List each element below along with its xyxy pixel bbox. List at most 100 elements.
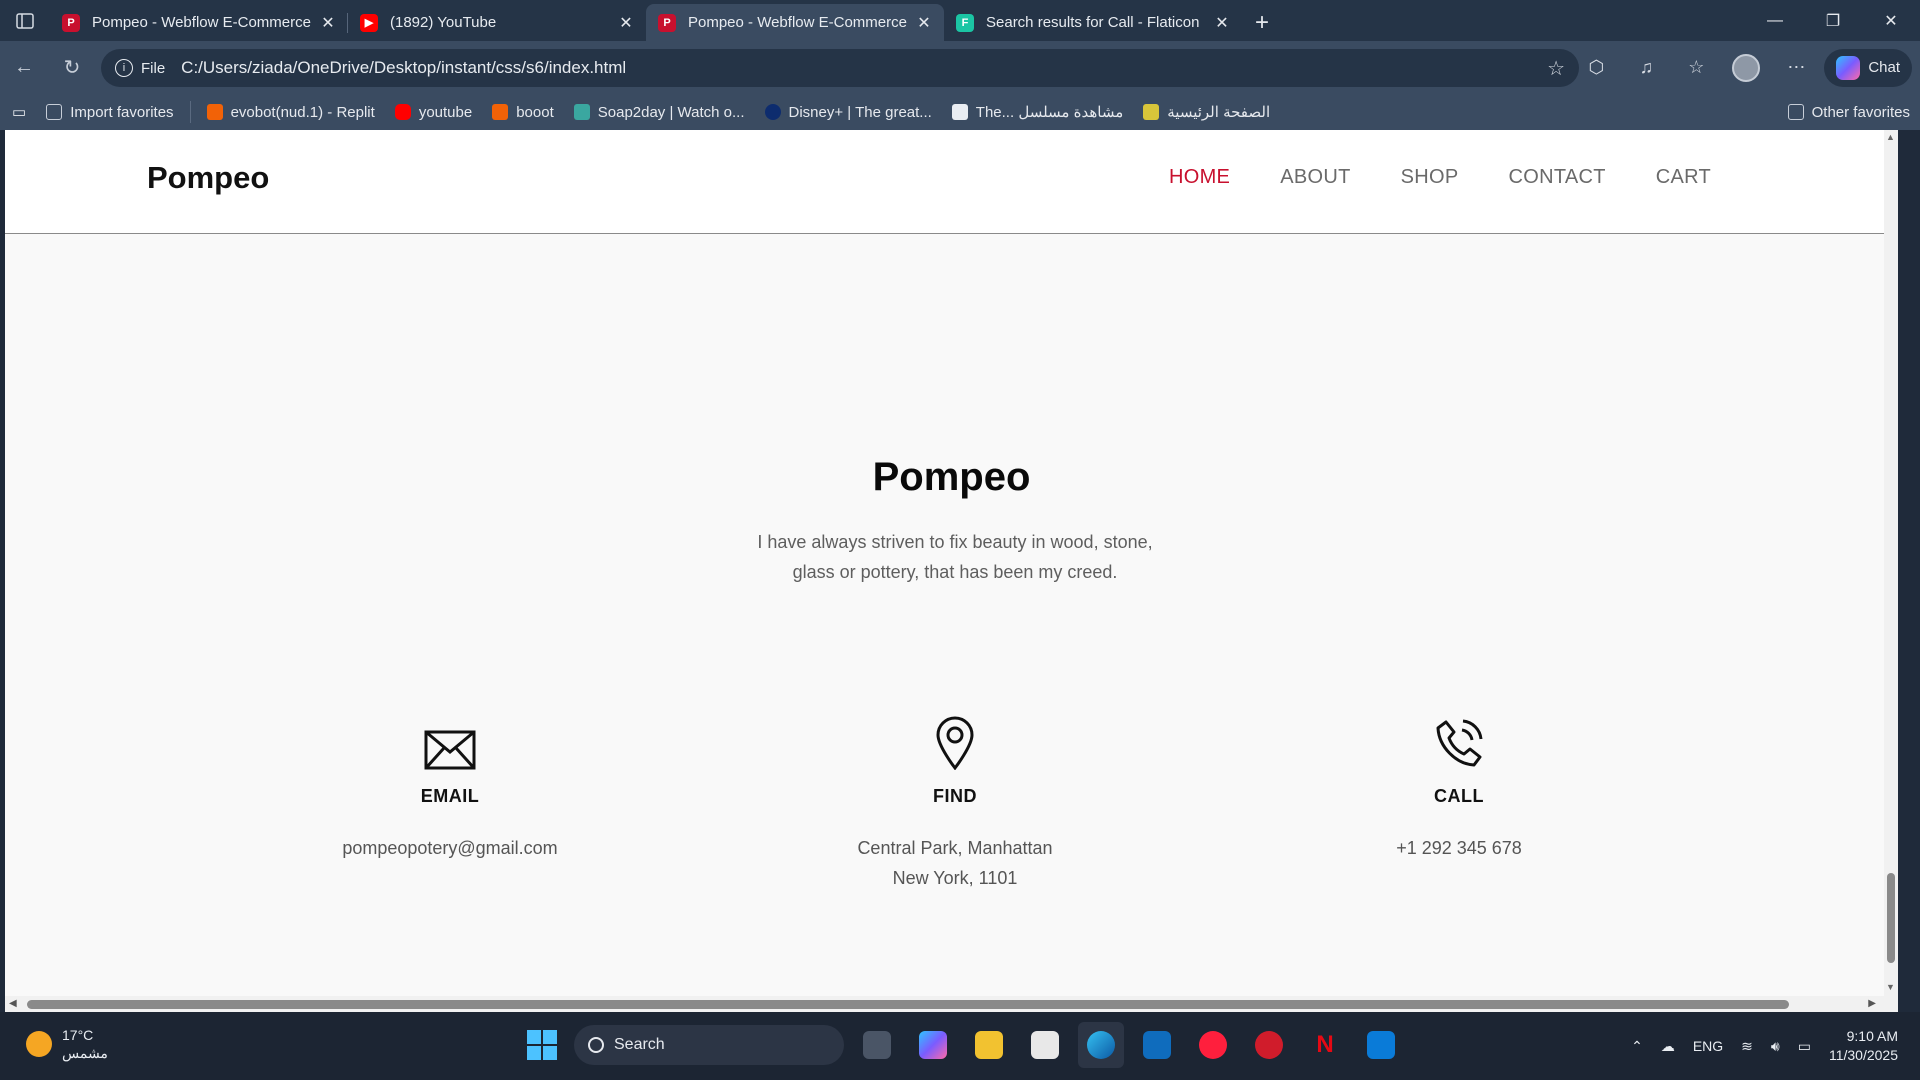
other-favorites-label: Other favorites	[1811, 103, 1910, 121]
clock[interactable]: 9:10 AM 11/30/2025	[1829, 1027, 1898, 1065]
bookmark-label: Soap2day | Watch o...	[597, 103, 745, 121]
settings-app-icon[interactable]	[1246, 1022, 1292, 1068]
tab-title: Search results for Call - Flaticon	[986, 14, 1200, 31]
onedrive-icon[interactable]: ☁	[1661, 1038, 1675, 1055]
nav-contact[interactable]: CONTACT	[1509, 166, 1606, 189]
clock-time: 9:10 AM	[1846, 1028, 1898, 1044]
browser-essentials-icon[interactable]: ♫	[1624, 48, 1668, 88]
phone-call-icon	[1279, 712, 1639, 770]
start-button[interactable]	[520, 1023, 564, 1067]
contact-address-value: Central Park, Manhattan New York, 1101	[775, 833, 1135, 893]
youtube-icon	[394, 104, 411, 120]
pompeo-favicon-icon: P	[658, 13, 676, 32]
folder-icon	[1787, 104, 1804, 120]
contact-email-value[interactable]: pompeopotery@gmail.com	[270, 833, 630, 863]
tab-title: Pompeo - Webflow E-Commerce	[92, 14, 311, 31]
nav-shop[interactable]: SHOP	[1401, 166, 1459, 189]
scrollbar-thumb[interactable]	[1887, 873, 1895, 963]
vertical-scrollbar[interactable]: ▲ ▼	[1884, 130, 1898, 996]
bookmark-divider	[189, 101, 191, 123]
outlook-icon[interactable]	[1134, 1022, 1180, 1068]
volume-icon[interactable]: 🔊︎	[1771, 1038, 1780, 1055]
wifi-icon[interactable]: ≋	[1741, 1038, 1753, 1055]
hero-description: I have always striven to fix beauty in w…	[705, 527, 1205, 587]
close-window-button[interactable]: ✕	[1862, 0, 1920, 41]
vscode-icon[interactable]	[1358, 1022, 1404, 1068]
bookmark-item[interactable]: Disney+ | The great...	[755, 97, 942, 127]
battery-icon[interactable]: ▭	[1798, 1038, 1811, 1055]
new-tab-button[interactable]: +	[1242, 4, 1282, 41]
edge-browser-icon[interactable]	[1078, 1022, 1124, 1068]
favorites-icon[interactable]: ☆	[1674, 48, 1718, 88]
close-tab-icon[interactable]: ✕	[318, 13, 338, 33]
browser-tab[interactable]: F Search results for Call - Flaticon ✕	[944, 4, 1242, 41]
protocol-label: File	[141, 59, 166, 77]
replit-icon	[492, 104, 509, 120]
extensions-icon[interactable]: ⬡	[1574, 48, 1618, 88]
hero-text-line: I have always striven to fix beauty in w…	[757, 532, 1153, 552]
browser-tab[interactable]: P Pompeo - Webflow E-Commerce ✕	[50, 4, 348, 41]
vertical-tabs-icon	[16, 12, 34, 29]
favorites-bar-menu-icon[interactable]: ▭	[0, 97, 36, 127]
close-tab-icon[interactable]: ✕	[914, 13, 934, 33]
flaticon-favicon-icon: F	[956, 13, 974, 32]
back-button[interactable]: ←	[0, 48, 48, 88]
netflix-icon[interactable]: N	[1302, 1022, 1348, 1068]
restore-button[interactable]: ❐	[1804, 0, 1862, 41]
scroll-left-icon[interactable]: ◀	[9, 998, 17, 1009]
site-logo[interactable]: Pompeo	[147, 160, 269, 196]
bookmark-label: The... مشاهدة مسلسل	[975, 104, 1124, 121]
site-header: Pompeo HOME ABOUT SHOP CONTACT CART	[5, 130, 1898, 234]
series-site-icon	[951, 104, 968, 120]
site-info-icon[interactable]: i	[115, 59, 133, 77]
refresh-button[interactable]: ↻	[48, 48, 96, 88]
file-explorer-icon[interactable]	[966, 1022, 1012, 1068]
scroll-down-icon[interactable]: ▼	[1886, 982, 1895, 992]
bookmark-item[interactable]: The... مشاهدة مسلسل	[942, 97, 1133, 127]
other-favorites[interactable]: Other favorites	[1778, 97, 1920, 127]
favorite-star-icon[interactable]: ☆	[1547, 56, 1565, 81]
scroll-up-icon[interactable]: ▲	[1886, 132, 1895, 142]
microsoft-store-icon[interactable]	[1022, 1022, 1068, 1068]
nav-about[interactable]: ABOUT	[1280, 166, 1350, 189]
taskbar-search-label: Search	[614, 1036, 665, 1053]
task-view-icon[interactable]	[854, 1022, 900, 1068]
browser-tab-active[interactable]: P Pompeo - Webflow E-Commerce ✕	[646, 4, 944, 41]
more-menu-icon[interactable]: ⋯	[1774, 48, 1818, 88]
scrollbar-thumb[interactable]	[27, 1000, 1789, 1009]
youtube-favicon-icon: ▶	[360, 13, 378, 32]
pompeo-favicon-icon: P	[62, 13, 80, 32]
copilot-app-icon[interactable]	[910, 1022, 956, 1068]
close-tab-icon[interactable]: ✕	[616, 13, 636, 33]
envelope-icon	[270, 712, 630, 770]
horizontal-scrollbar[interactable]: ◀ ▶	[5, 996, 1898, 1012]
weather-description: مشمس	[62, 1045, 108, 1061]
toolbar: ← ↻ i File C:/Users/ziada/OneDrive/Deskt…	[0, 41, 1920, 94]
bookmark-item[interactable]: youtube	[385, 97, 482, 127]
close-tab-icon[interactable]: ✕	[1212, 13, 1232, 33]
contact-phone-value[interactable]: +1 292 345 678	[1279, 833, 1639, 863]
language-indicator[interactable]: ENG	[1693, 1038, 1723, 1054]
profile-button[interactable]	[1724, 48, 1768, 88]
tab-title: (1892) YouTube	[390, 14, 497, 31]
replit-icon	[206, 104, 223, 120]
nav-home[interactable]: HOME	[1169, 166, 1230, 189]
tab-actions-button[interactable]	[0, 0, 50, 41]
bookmark-item[interactable]: Soap2day | Watch o...	[564, 97, 755, 127]
show-hidden-icons-icon[interactable]: ⌃	[1631, 1038, 1643, 1055]
browser-tab[interactable]: ▶ (1892) YouTube ✕	[348, 4, 646, 41]
bookmark-item[interactable]: booot	[482, 97, 564, 127]
weather-widget[interactable]: 17°C مشمس	[26, 1026, 108, 1062]
youtube-music-icon[interactable]	[1190, 1022, 1236, 1068]
taskbar-search[interactable]: Search	[574, 1025, 844, 1065]
bookmark-item[interactable]: Import favorites	[36, 97, 183, 127]
bookmark-item[interactable]: الصفحة الرئيسية	[1133, 97, 1280, 127]
nav-cart[interactable]: CART	[1656, 166, 1711, 189]
url-text[interactable]: C:/Users/ziada/OneDrive/Desktop/instant/…	[181, 58, 626, 78]
address-bar[interactable]: i File C:/Users/ziada/OneDrive/Desktop/i…	[101, 49, 1579, 87]
minimize-button[interactable]: —	[1746, 0, 1804, 41]
scroll-right-icon[interactable]: ▶	[1868, 998, 1876, 1009]
contact-value-line: pompeopotery@gmail.com	[342, 838, 558, 858]
copilot-chat-button[interactable]: Chat	[1824, 48, 1912, 87]
bookmark-item[interactable]: evobot(nud.1) - Replit	[197, 97, 385, 127]
